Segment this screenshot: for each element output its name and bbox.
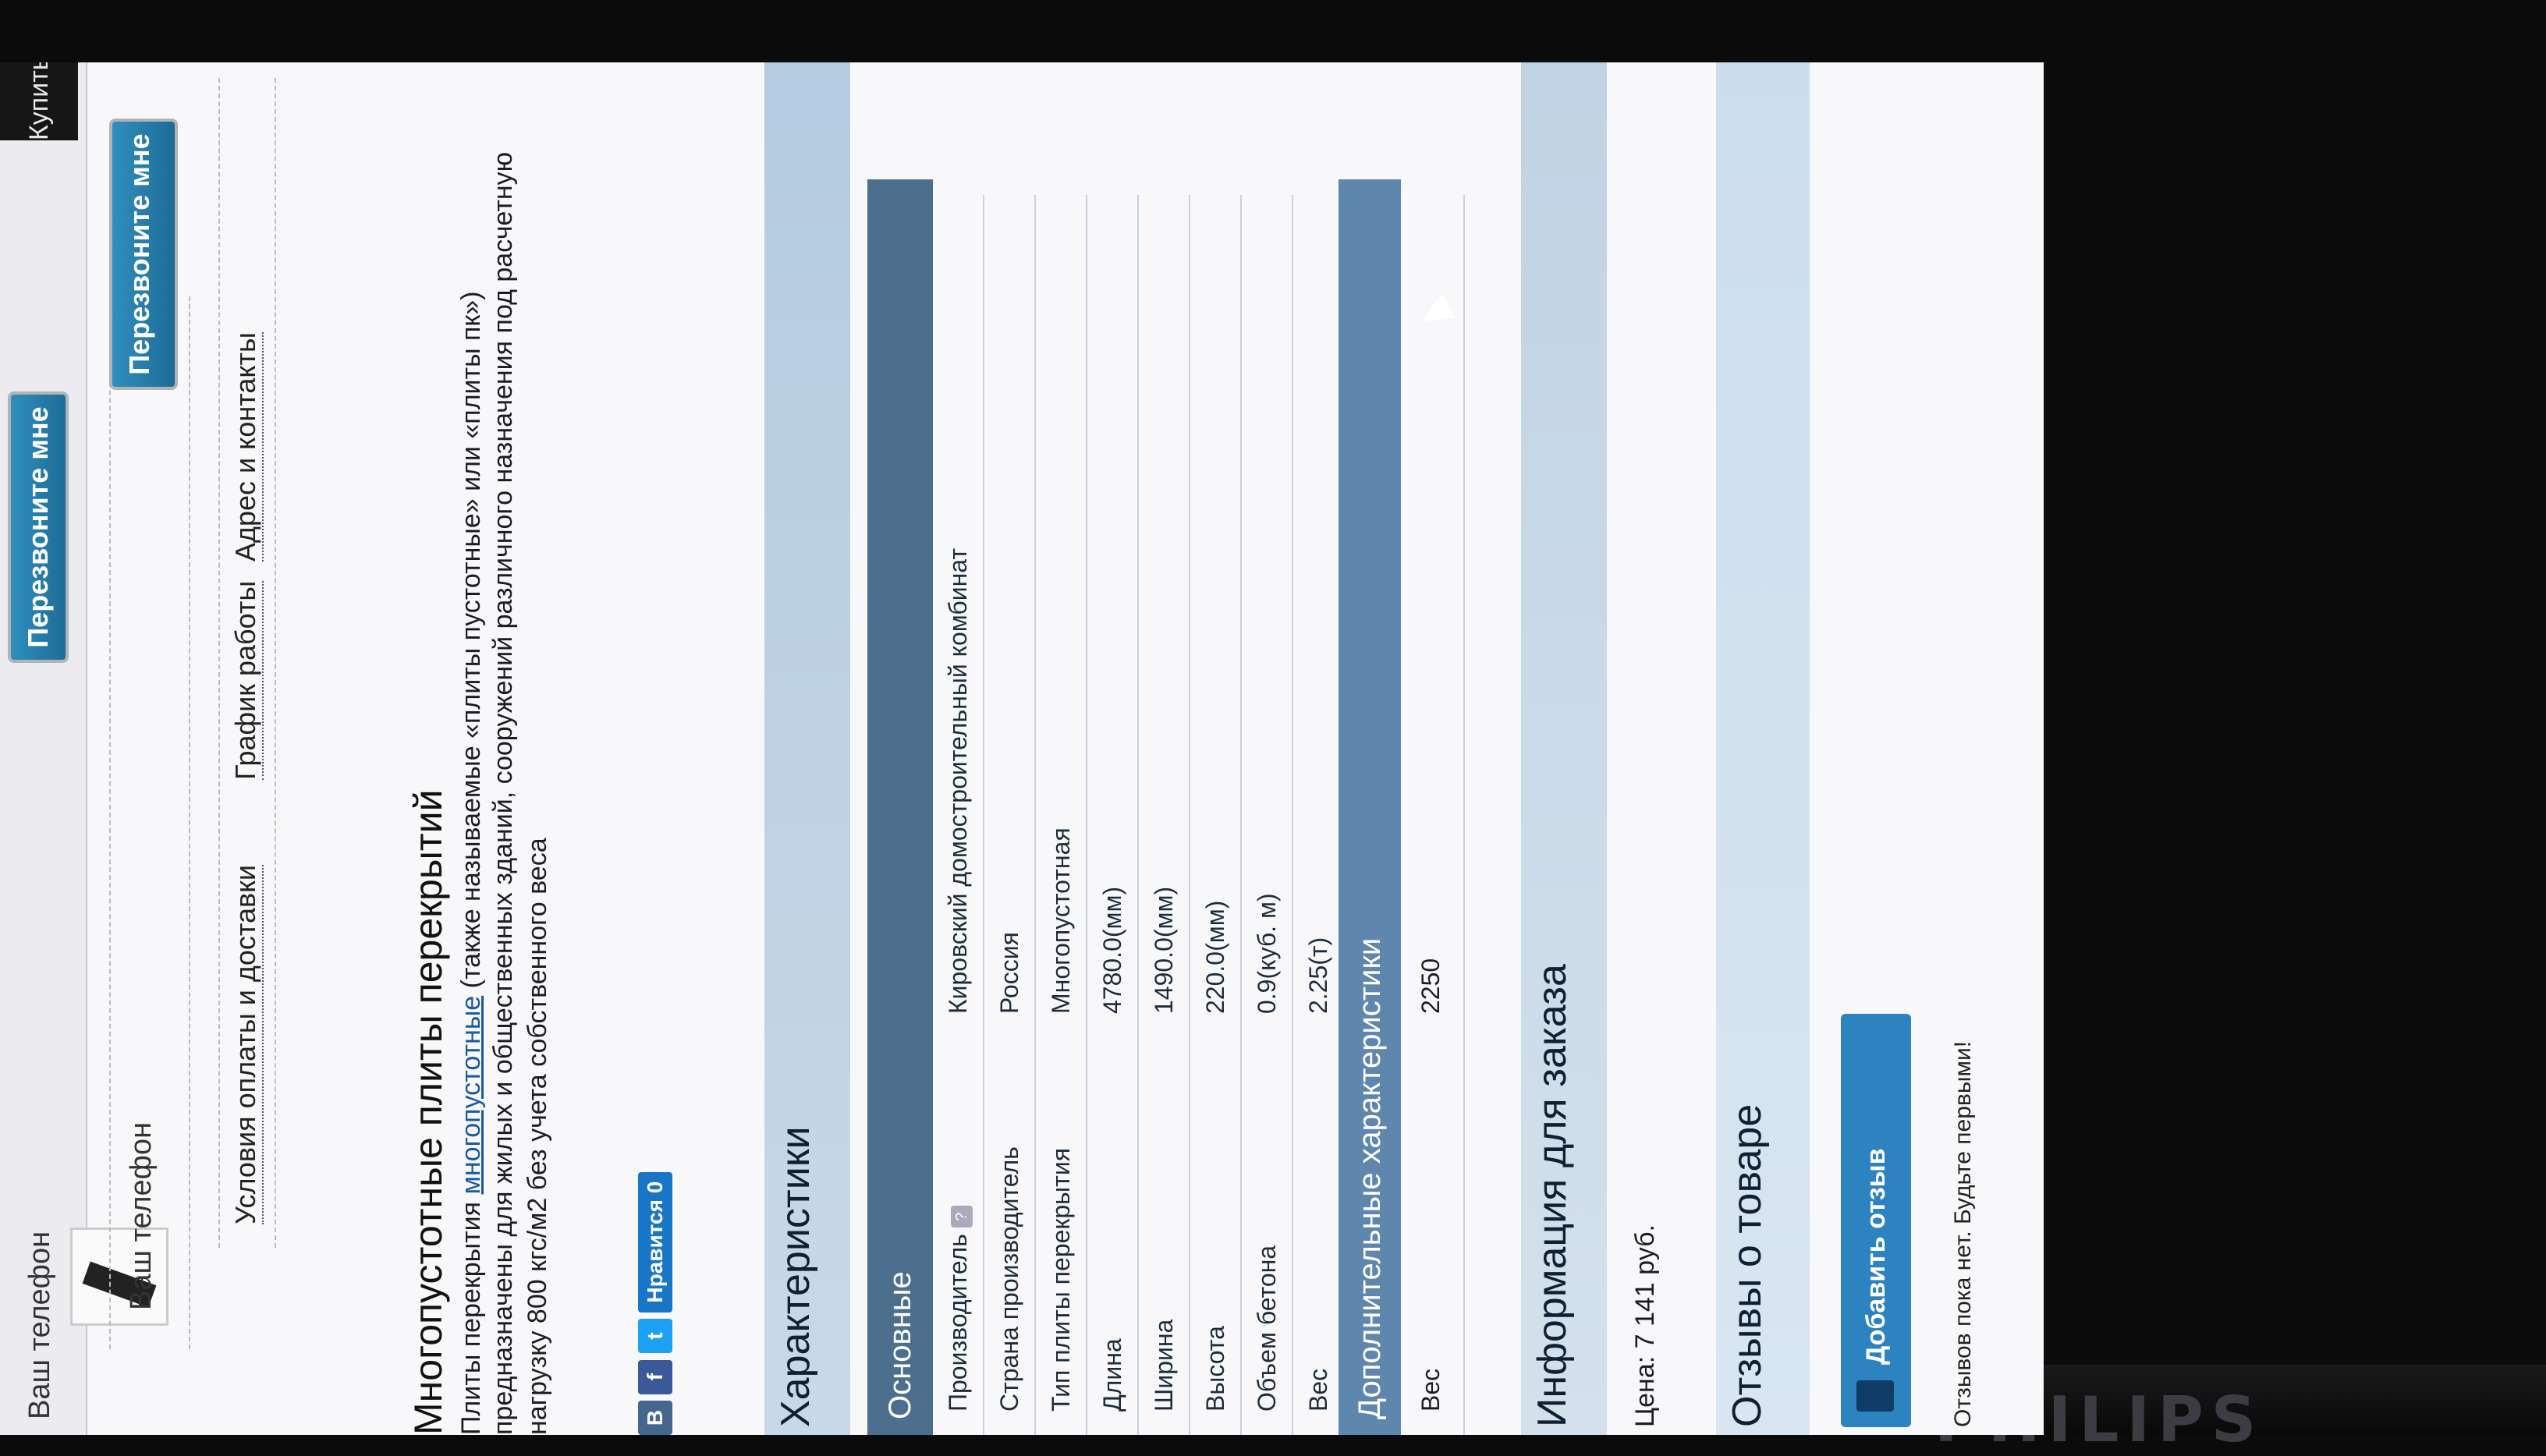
table-row: Объем бетона 0.9(куб. м) [1242, 195, 1293, 1435]
pencil-icon [1856, 1380, 1894, 1412]
row-value: 220.0(мм) [1201, 900, 1229, 1014]
link-schedule[interactable]: График работы [229, 580, 264, 780]
price-text: Цена: 7 141 руб. [1630, 1224, 1660, 1427]
row-label: Производитель? [933, 1206, 983, 1412]
table-row: Длина 4780.0(мм) [1087, 195, 1139, 1435]
row-label: Высота [1201, 1326, 1229, 1412]
phone-label-top: Ваш телефон [23, 1231, 56, 1419]
vk-icon[interactable]: В [638, 1401, 672, 1435]
desc-link-multihollow[interactable]: многопустотные [456, 996, 486, 1195]
product-description-line1: Плиты перекрытия многопустотные (также н… [454, 109, 488, 1436]
page-title: Многопустотные плиты перекрытий [406, 789, 450, 1435]
table-row: Производитель? Кировский домостроительны… [933, 195, 984, 1435]
table-row: Тип плиты перекрытия Многопустотная [1036, 195, 1087, 1435]
row-value: 1490.0(мм) [1150, 886, 1178, 1014]
link-address-contacts[interactable]: Адрес и контакты [229, 332, 264, 561]
no-reviews-text: Отзывов пока нет. Будьте первыми! [1950, 1040, 1976, 1427]
facebook-icon[interactable]: f [638, 1359, 672, 1394]
order-info-title: Информация для заказа [1530, 964, 1575, 1427]
row-value: Многопустотная [1047, 827, 1075, 1014]
call-back-button-top[interactable]: Перезвоните мне [8, 391, 69, 663]
info-links-row: Условия оплаты и доставки График работы … [218, 78, 276, 1248]
call-back-button[interactable]: Перезвоните мне [109, 119, 178, 390]
row-value: 4780.0(мм) [1098, 886, 1126, 1014]
row-value: 0.9(куб. м) [1253, 893, 1281, 1014]
product-description-line3: нагрузку 800 кгс/м2 без учета собственно… [523, 838, 552, 1435]
add-review-button[interactable]: Добавить отзыв [1841, 1014, 1911, 1427]
table-row: Страна производитель Россия [984, 195, 1036, 1435]
add-review-label: Добавить отзыв [1861, 1148, 1891, 1365]
product-description-line2: предназначены для жилых и общественных з… [488, 151, 518, 1435]
row-value: 2.25(т) [1304, 937, 1332, 1014]
social-share-row: В f t Нравится 0 [638, 1171, 685, 1435]
row-label: Тип плиты перекрытия [1047, 1147, 1075, 1412]
characteristics-table: Производитель? Кировский домостроительны… [933, 195, 1345, 1435]
desc-prefix: Плиты перекрытия [456, 1194, 486, 1435]
table-row: Ширина 1490.0(мм) [1139, 195, 1190, 1435]
row-value: Россия [995, 932, 1023, 1014]
help-icon[interactable]: ? [951, 1206, 973, 1228]
row-label: Страна производитель [995, 1146, 1023, 1412]
row-label: Длина [1098, 1338, 1126, 1412]
buy-button[interactable]: Купить [0, 62, 78, 140]
link-payment-delivery[interactable]: Условия оплаты и доставки [229, 865, 264, 1224]
basic-characteristics-header: Основные [867, 179, 933, 1435]
row-value: 2250 [1417, 958, 1445, 1014]
row-label: Вес [1304, 1368, 1332, 1412]
row-label: Ширина [1150, 1319, 1178, 1412]
phone-input[interactable]: Ваш телефон [125, 1122, 158, 1310]
row-value: Кировский домостроительный комбинат [944, 547, 972, 1014]
table-row: Вес 2250 [1401, 195, 1465, 1435]
reviews-title: Отзывы о товаре [1725, 1104, 1770, 1427]
extra-characteristics-header: Дополнительные характеристики [1339, 179, 1401, 1435]
like-button[interactable]: Нравится 0 [638, 1171, 672, 1313]
twitter-icon[interactable]: t [638, 1319, 672, 1354]
web-page: Ваш телефон Перезвоните мне Купить Ваш т… [0, 62, 2044, 1435]
table-row: Высота 220.0(мм) [1190, 195, 1242, 1435]
characteristics-title: Характеристики [773, 1126, 818, 1427]
desc-rest: (также называемые «плиты пустотные» или … [456, 291, 486, 996]
table-row: Вес 2.25(т) [1293, 195, 1345, 1435]
row-label: Объем бетона [1253, 1245, 1281, 1412]
row-label: Вес [1417, 1368, 1445, 1412]
